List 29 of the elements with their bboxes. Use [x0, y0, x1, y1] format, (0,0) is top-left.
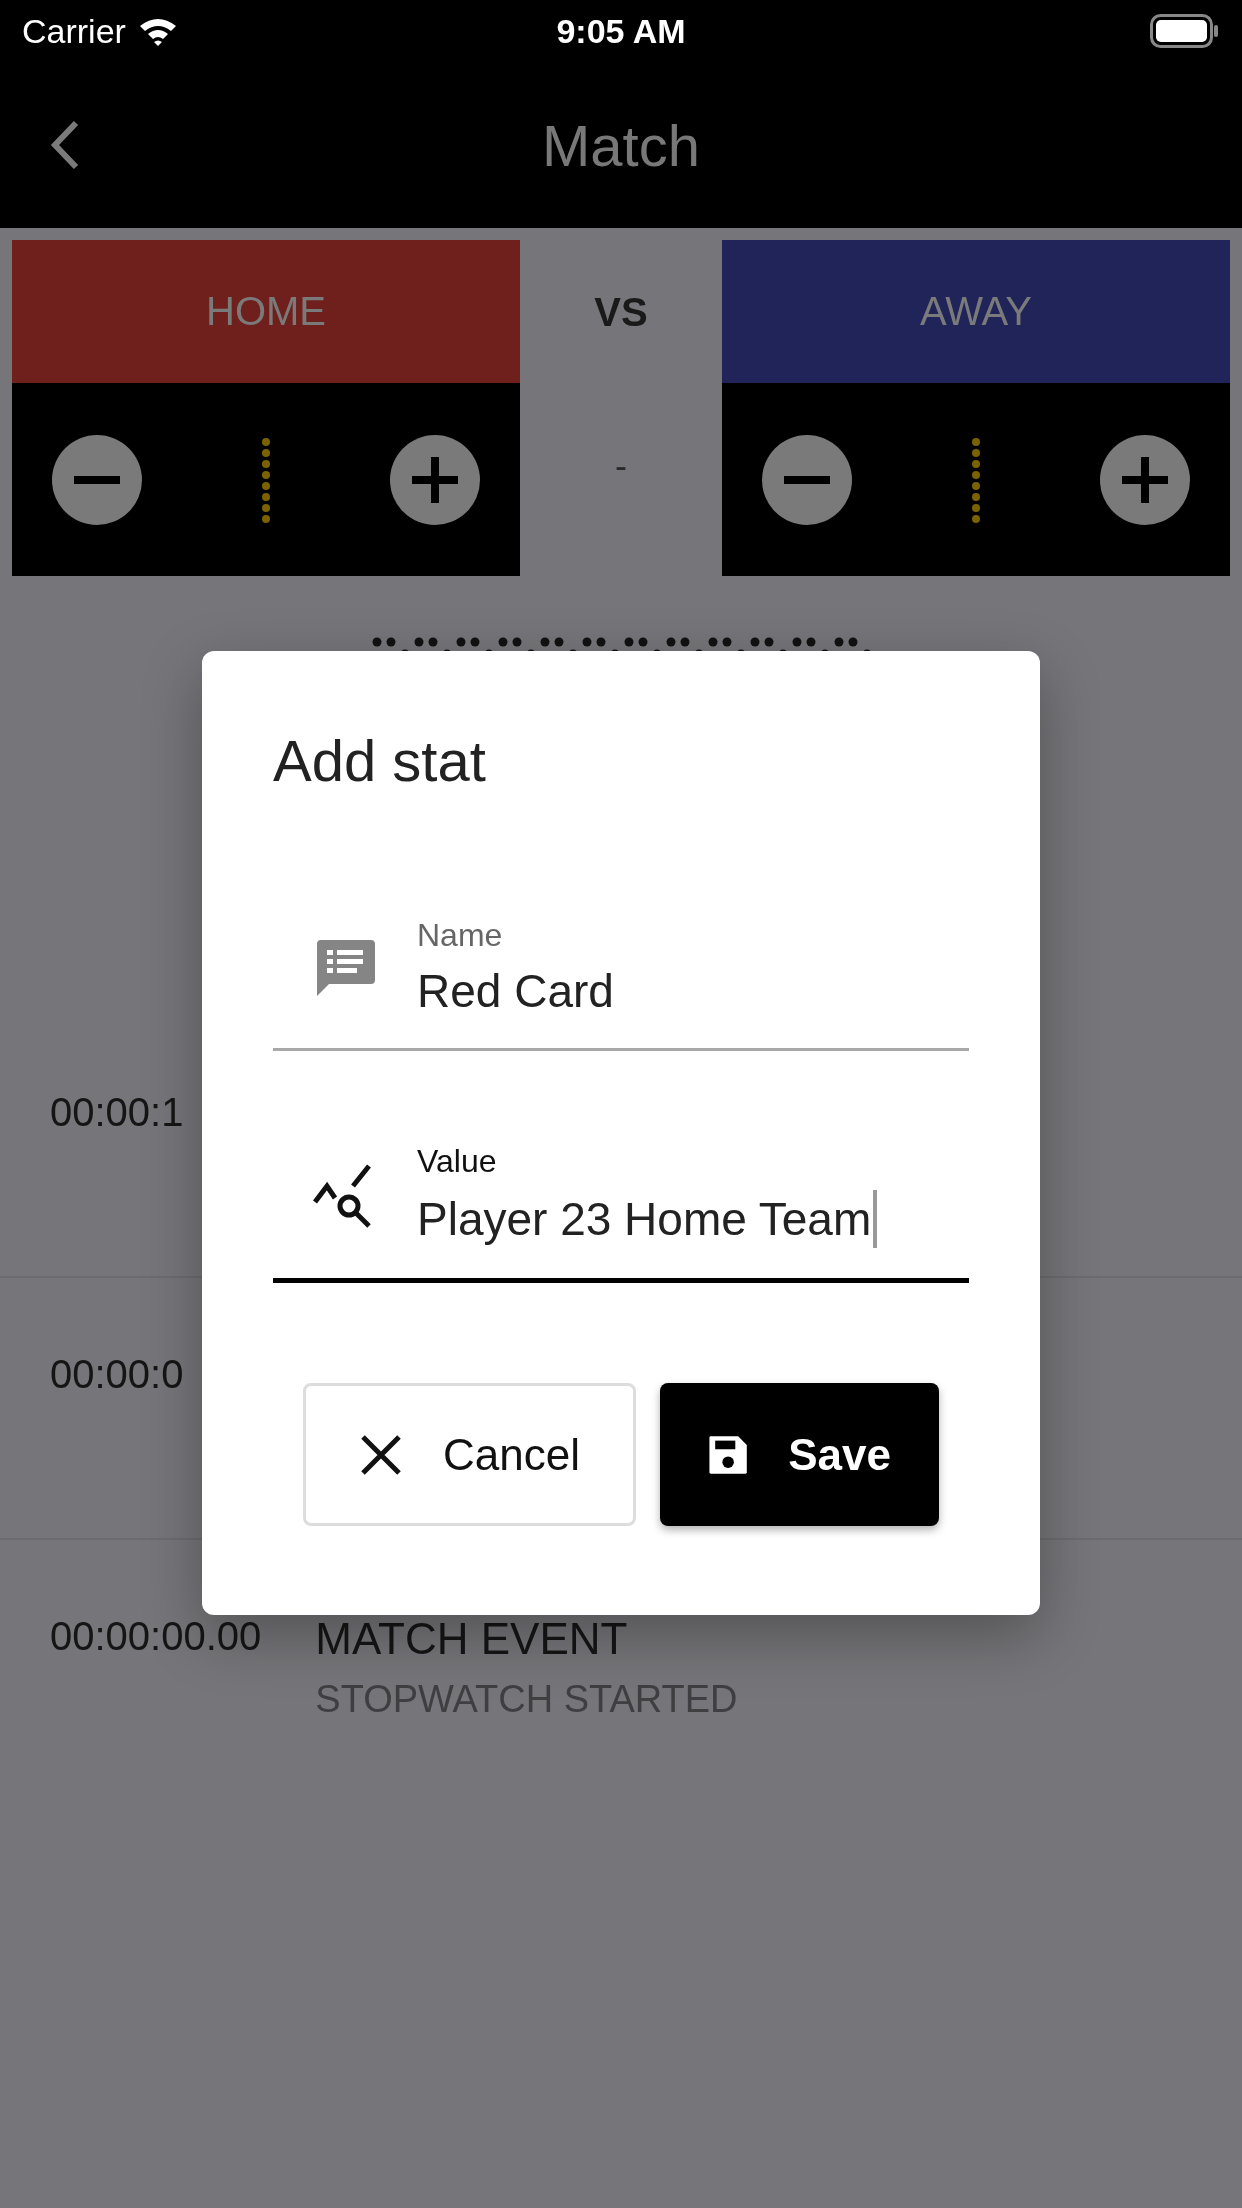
field-value: Red Card — [417, 964, 614, 1018]
text-field[interactable]: Name Red Card — [273, 794, 969, 1051]
text-cursor — [873, 1190, 878, 1248]
vs-label: VS — [594, 290, 648, 335]
event-time: 00:00:0 — [50, 1352, 184, 1397]
text-field[interactable]: Value Player 23 Home Team — [273, 1051, 969, 1283]
field-value: Player 23 Home Team — [417, 1192, 872, 1246]
back-icon[interactable] — [50, 120, 80, 170]
cancel-button[interactable]: Cancel — [303, 1383, 636, 1526]
score-separator: - — [615, 445, 627, 487]
carrier-label: Carrier — [22, 11, 126, 51]
dialog-title: Add stat — [273, 727, 487, 794]
team-header: AWAY — [722, 240, 1230, 383]
field-label: Value — [417, 1143, 498, 1180]
battery-icon — [1150, 14, 1220, 48]
save-button[interactable]: Save — [660, 1383, 939, 1526]
plus-icon[interactable] — [390, 434, 480, 525]
field-label: Name — [417, 917, 504, 954]
close-icon — [359, 1432, 403, 1477]
event-time: 00:00:00.00 — [50, 1614, 262, 1659]
event-title: MATCH EVENT — [315, 1614, 629, 1664]
event-time: 00:00:1 — [50, 1090, 184, 1135]
screen-title: Match — [542, 111, 700, 179]
status-time: 9:05 AM — [556, 11, 686, 51]
team-header: HOME — [12, 240, 520, 383]
plus-icon[interactable] — [1100, 434, 1190, 525]
minus-icon[interactable] — [52, 434, 142, 525]
minus-icon[interactable] — [762, 434, 852, 525]
event-detail: STOPWATCH STARTED — [315, 1678, 738, 1721]
